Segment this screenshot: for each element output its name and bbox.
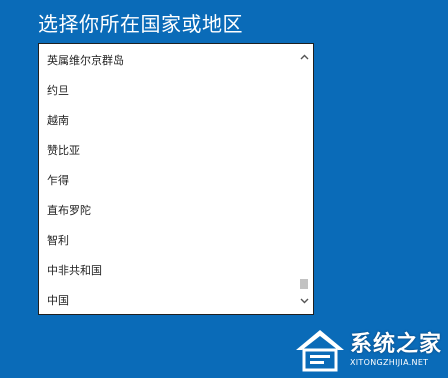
house-logo-icon <box>295 330 344 372</box>
country-listbox[interactable]: 英属维尔京群岛 约旦 越南 赞比亚 乍得 直布罗陀 智利 中非共和国 中国 <box>38 43 314 315</box>
list-item[interactable]: 智利 <box>39 226 295 256</box>
chevron-up-icon <box>300 54 308 60</box>
scroll-up-button[interactable] <box>295 48 313 66</box>
chevron-down-icon <box>300 298 308 304</box>
list-item[interactable]: 赞比亚 <box>39 136 295 166</box>
country-list: 英属维尔京群岛 约旦 越南 赞比亚 乍得 直布罗陀 智利 中非共和国 中国 <box>39 44 295 314</box>
vertical-scrollbar[interactable] <box>295 44 313 314</box>
page-title: 选择你所在国家或地区 <box>38 12 243 36</box>
list-item[interactable]: 乍得 <box>39 166 295 196</box>
list-item[interactable]: 中非共和国 <box>39 256 295 286</box>
list-item[interactable]: 约旦 <box>39 76 295 106</box>
list-item[interactable]: 越南 <box>39 106 295 136</box>
scroll-down-button[interactable] <box>295 292 313 310</box>
watermark-title: 系统之家 <box>349 332 442 357</box>
list-item[interactable]: 英属维尔京群岛 <box>39 46 295 76</box>
watermark: 系统之家 XITONGZHIJIA.NET <box>292 326 442 374</box>
scroll-thumb[interactable] <box>300 279 308 289</box>
list-item[interactable]: 直布罗陀 <box>39 196 295 226</box>
list-item[interactable]: 中国 <box>39 286 295 314</box>
watermark-url: XITONGZHIJIA.NET <box>349 358 429 367</box>
